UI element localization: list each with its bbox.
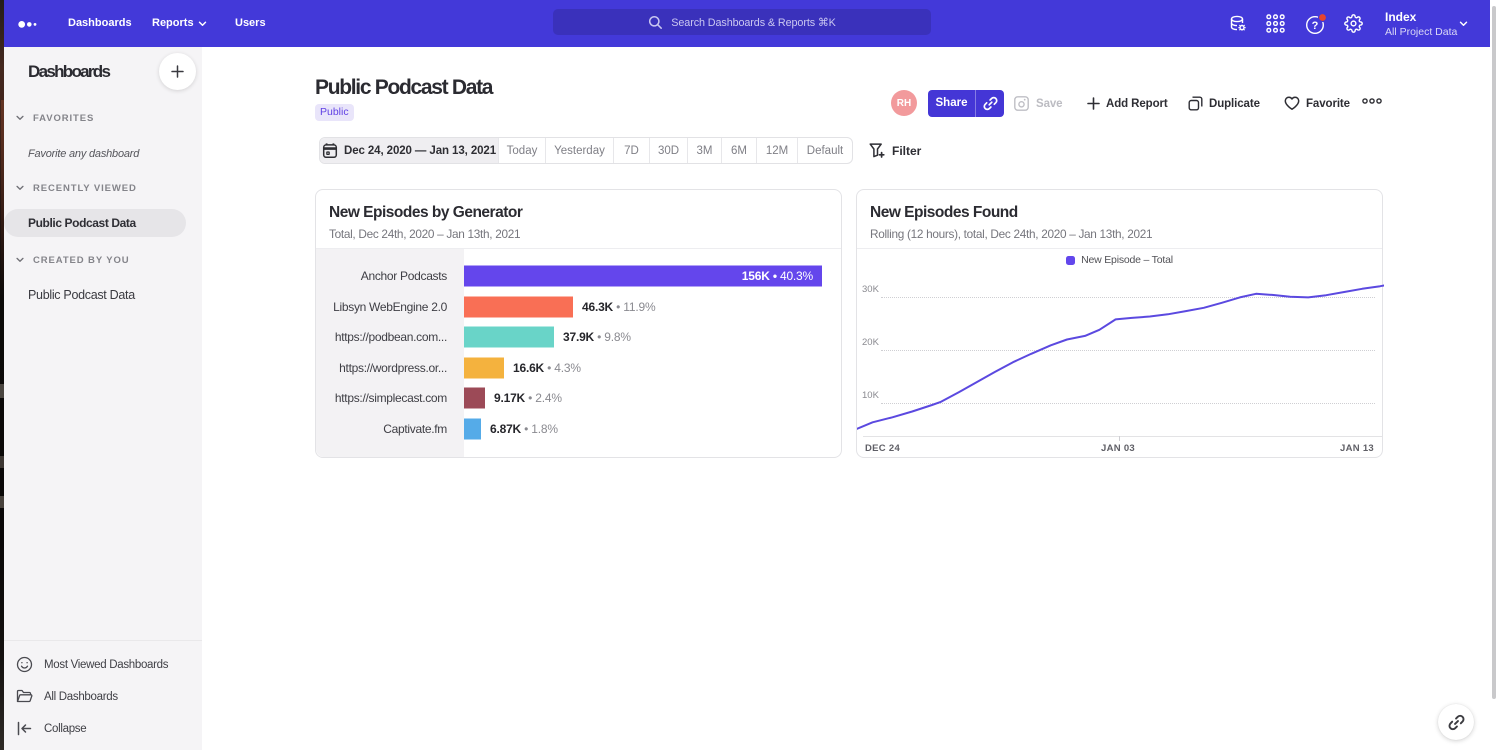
svg-text:?: ? [1312, 20, 1319, 32]
